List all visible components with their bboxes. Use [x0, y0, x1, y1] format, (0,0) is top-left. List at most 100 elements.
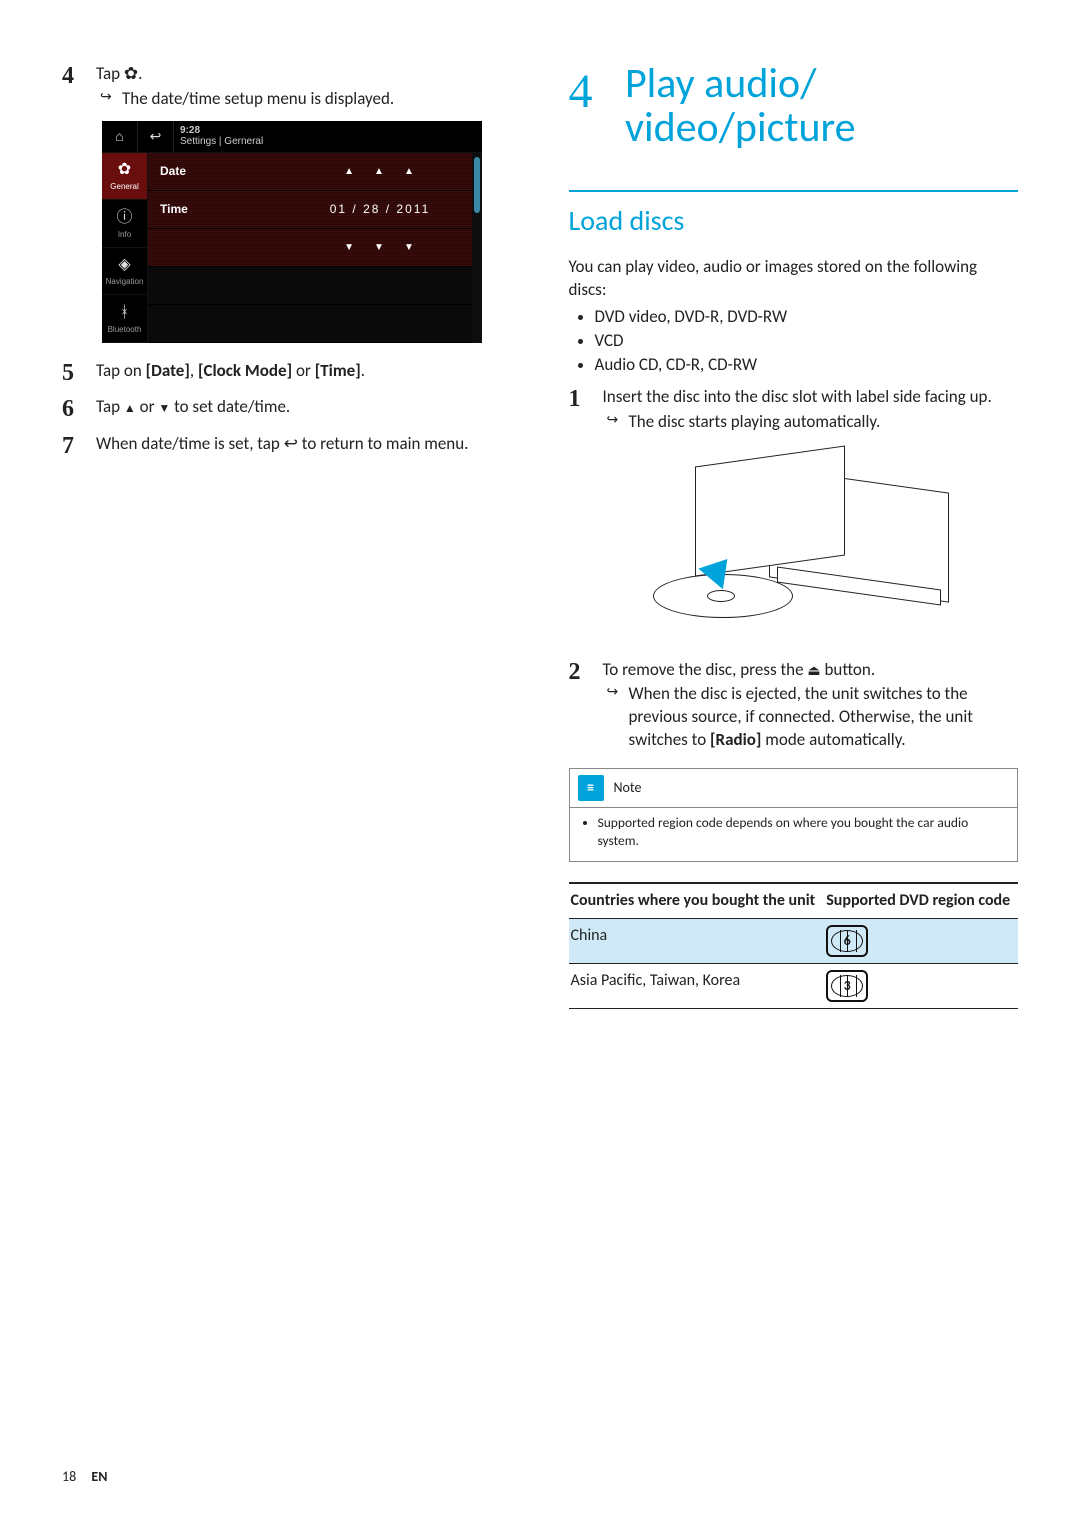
- up-arrow-icon[interactable]: ▲: [404, 165, 416, 179]
- language-code: EN: [91, 1468, 107, 1485]
- intro-text: You can play video, audio or images stor…: [569, 256, 1019, 302]
- info-icon: ⓘ: [116, 207, 132, 229]
- sidebar-label: Bluetooth: [108, 325, 142, 336]
- sidebar-label: Navigation: [106, 277, 144, 288]
- step-number: 6: [62, 393, 96, 425]
- note-box: ≡ Note Supported region code depends on …: [569, 768, 1019, 862]
- down-arrow-icon[interactable]: ▼: [344, 241, 356, 255]
- table-row: China 6: [569, 918, 1019, 963]
- text: to return to main menu.: [298, 433, 469, 454]
- gear-icon: [124, 63, 138, 84]
- text: button.: [821, 659, 876, 680]
- sidebar-item-bluetooth[interactable]: ᚼBluetooth: [102, 295, 148, 343]
- step-result: The disc starts playing automatically.: [629, 411, 1019, 434]
- screen-breadcrumb: Settings | Gerneral: [180, 136, 263, 147]
- up-arrow-icon[interactable]: ▲: [344, 165, 356, 179]
- return-icon: [284, 433, 298, 454]
- proc-step-2: 2 To remove the disc, press the button. …: [569, 656, 1019, 753]
- step-6: 6 Tap or to set date/time.: [62, 393, 521, 425]
- list-item: DVD video, DVD-R, DVD-RW: [595, 306, 1019, 329]
- proc-step-1: 1 Insert the disc into the disc slot wit…: [569, 383, 1019, 434]
- down-arrow-icon: [158, 396, 170, 417]
- sidebar-item-general[interactable]: ✿General: [102, 153, 148, 201]
- row-date[interactable]: Date ▲ ▲ ▲: [148, 153, 472, 191]
- page-number: 18: [62, 1468, 76, 1485]
- scrollbar[interactable]: [472, 153, 482, 343]
- text: To remove the disc, press the: [603, 659, 808, 680]
- step-7: 7 When date/time is set, tap to return t…: [62, 430, 521, 462]
- table-row: Asia Pacific, Taiwan, Korea 3: [569, 963, 1019, 1008]
- note-title: Note: [614, 779, 642, 798]
- text: to set date/time.: [170, 396, 290, 417]
- down-arrow-icon[interactable]: ▼: [404, 241, 416, 255]
- text: mode automatically.: [761, 729, 905, 750]
- ui-ref: [Clock Mode]: [198, 360, 292, 381]
- back-icon[interactable]: ↩: [138, 121, 174, 152]
- screen-clock: 9:28: [180, 125, 263, 136]
- step-number: 4: [62, 60, 96, 111]
- step-number: 1: [569, 383, 603, 434]
- text: or: [292, 360, 315, 381]
- disc-insert-illustration: [649, 446, 949, 646]
- row-empty: [148, 267, 472, 305]
- sidebar-item-navigation[interactable]: ◈Navigation: [102, 248, 148, 296]
- step-number: 5: [62, 357, 96, 389]
- row-arrows: ▼ ▼ ▼: [148, 229, 472, 267]
- step-text: Insert the disc into the disc slot with …: [603, 386, 992, 407]
- chapter-number: 4: [569, 60, 625, 125]
- step-text: Tap: [96, 63, 124, 84]
- gear-icon: ✿: [118, 159, 131, 181]
- step-number: 7: [62, 430, 96, 462]
- step-result: When the disc is ejected, the unit switc…: [629, 683, 1019, 752]
- text: Tap: [96, 396, 124, 417]
- region-code-icon: 6: [826, 925, 868, 957]
- result-arrow-icon: ↪: [603, 411, 629, 434]
- date-value: 01 / 28 / 2011: [288, 201, 472, 217]
- down-arrow-icon[interactable]: ▼: [374, 241, 386, 255]
- row-label: Date: [148, 163, 288, 179]
- scrollbar-thumb[interactable]: [474, 157, 480, 213]
- ui-ref: [Date]: [146, 360, 190, 381]
- note-text: Supported region code depends on where y…: [598, 814, 1006, 849]
- text: .: [361, 360, 365, 381]
- list-item: Audio CD, CD-R, CD-RW: [595, 354, 1019, 377]
- note-icon: ≡: [578, 775, 604, 801]
- result-arrow-icon: ↪: [603, 683, 629, 752]
- text: ,: [190, 360, 198, 381]
- result-arrow-icon: ↪: [96, 88, 122, 111]
- table-header: Supported DVD region code: [824, 883, 1018, 918]
- navigation-icon: ◈: [118, 254, 130, 276]
- country-cell: Asia Pacific, Taiwan, Korea: [569, 963, 825, 1008]
- chapter-title: Play audio/ video/picture: [625, 60, 1018, 150]
- region-code-icon: 3: [826, 970, 868, 1002]
- sidebar-label: General: [110, 182, 138, 193]
- eject-icon: [807, 659, 820, 680]
- page-footer: 18 EN: [62, 1468, 107, 1487]
- step-number: 2: [569, 656, 603, 753]
- step-4: 4 Tap . ↪ The date/time setup menu is di…: [62, 60, 521, 111]
- table-header: Countries where you bought the unit: [569, 883, 825, 918]
- settings-screenshot: ⌂ ↩ 9:28 Settings | Gerneral ✿General ⓘI…: [102, 121, 482, 343]
- ui-ref: [Radio]: [710, 729, 761, 750]
- up-arrow-icon[interactable]: ▲: [374, 165, 386, 179]
- bluetooth-icon: ᚼ: [120, 302, 130, 324]
- step-result: The date/time setup menu is displayed.: [122, 88, 521, 111]
- country-cell: China: [569, 918, 825, 963]
- section-heading: Load discs: [569, 190, 1019, 240]
- sidebar-label: Info: [118, 230, 131, 241]
- sidebar-item-info[interactable]: ⓘInfo: [102, 200, 148, 248]
- text: When date/time is set, tap: [96, 433, 284, 454]
- step-tail: .: [138, 63, 142, 84]
- row-time[interactable]: Time 01 / 28 / 2011: [148, 191, 472, 229]
- row-empty: [148, 305, 472, 343]
- disc-type-list: DVD video, DVD-R, DVD-RW VCD Audio CD, C…: [595, 306, 1019, 377]
- left-column: 4 Tap . ↪ The date/time setup menu is di…: [62, 60, 521, 1009]
- list-item: VCD: [595, 330, 1019, 353]
- text: or: [136, 396, 159, 417]
- text: Tap on: [96, 360, 146, 381]
- home-icon[interactable]: ⌂: [102, 121, 138, 152]
- right-column: 4 Play audio/ video/picture Load discs Y…: [569, 60, 1019, 1009]
- up-arrow-icon: [124, 396, 136, 417]
- row-label: Time: [148, 201, 288, 217]
- region-code-table: Countries where you bought the unit Supp…: [569, 882, 1019, 1009]
